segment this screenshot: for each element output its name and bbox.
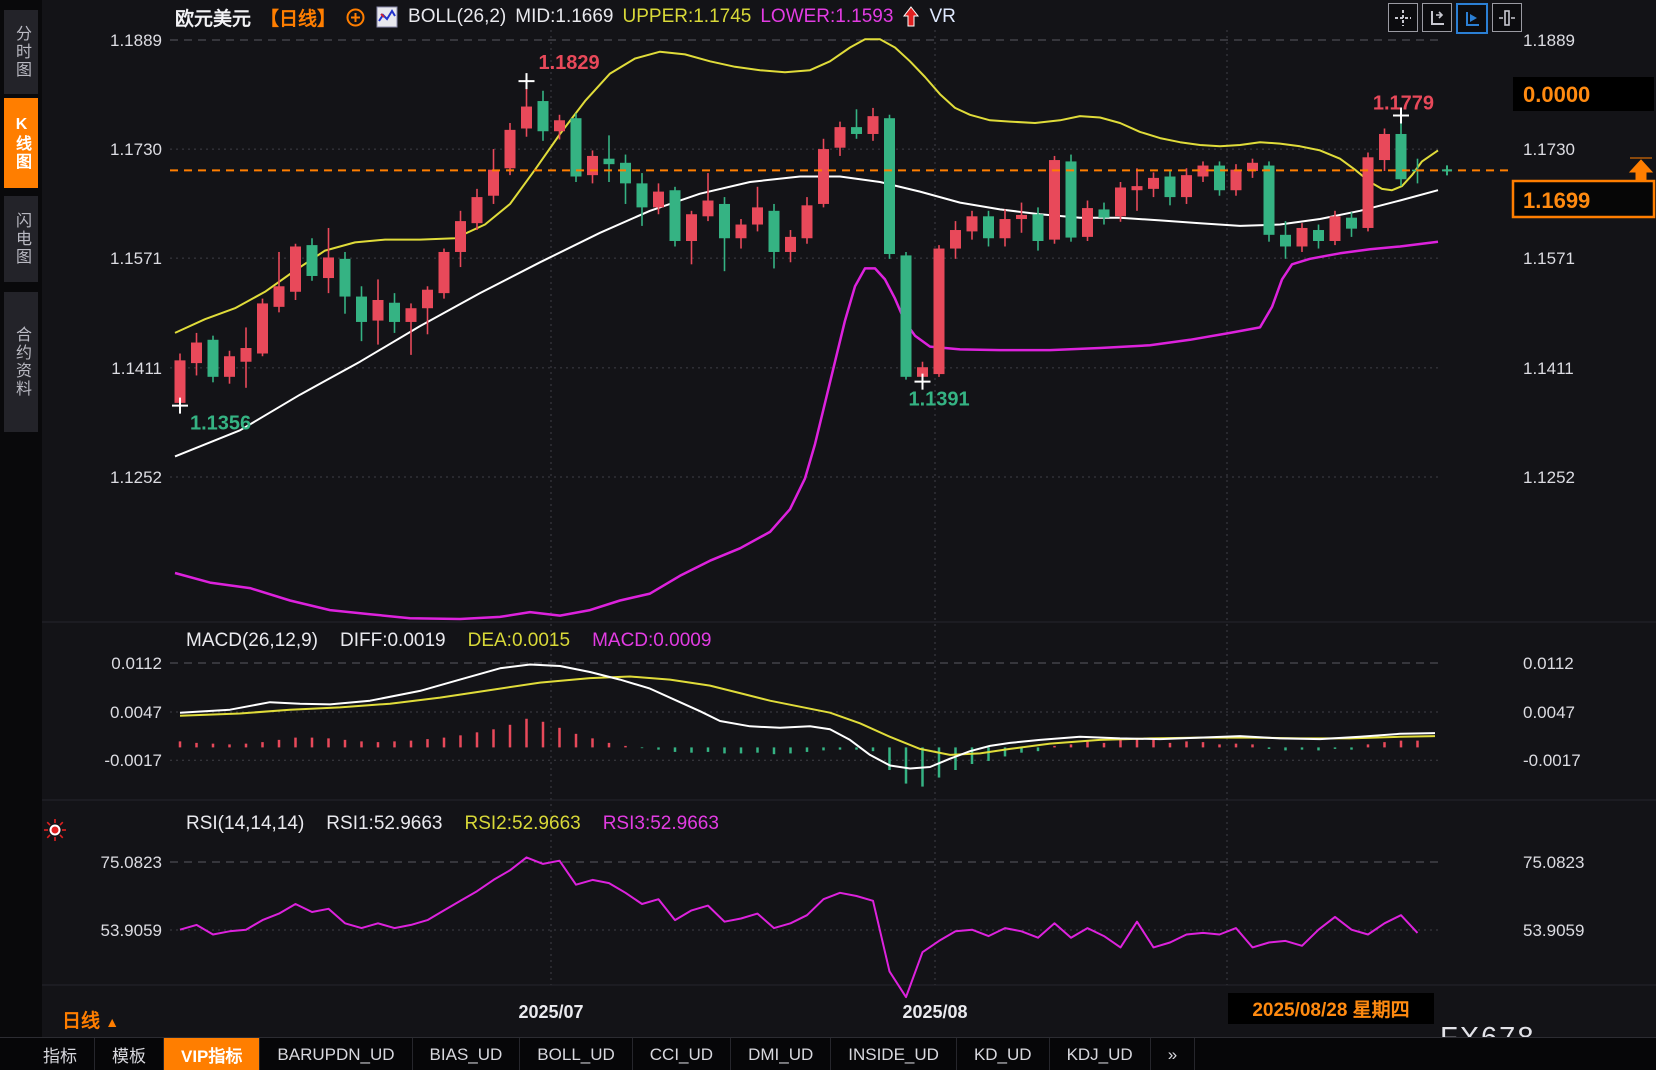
svg-text:1.1411: 1.1411 bbox=[111, 359, 162, 378]
price-up-arrow-icon bbox=[1630, 158, 1652, 180]
rsi-name[interactable]: RSI(14,14,14) bbox=[186, 813, 304, 835]
boll-upper-band bbox=[175, 39, 1438, 333]
macd-name[interactable]: MACD(26,12,9) bbox=[186, 630, 318, 652]
indicator-tab-bar: 指标模板VIP指标BARUPDN_UDBIAS_UDBOLL_UDCCI_UDD… bbox=[0, 1037, 1656, 1070]
svg-text:75.0823: 75.0823 bbox=[101, 853, 162, 872]
add-indicator-icon[interactable] bbox=[345, 7, 366, 28]
tab-12[interactable]: » bbox=[1151, 1038, 1195, 1070]
x-axis-label-july: 2025/07 bbox=[481, 1002, 621, 1023]
chart-type-sidebar: 分时图 K线图闪电图合约资料 bbox=[0, 0, 42, 1070]
tab-8[interactable]: DMI_UD bbox=[731, 1038, 831, 1070]
macd-diff-line bbox=[180, 665, 1435, 769]
boll-upper-band bbox=[175, 39, 1438, 333]
macd-diff-line bbox=[180, 665, 1435, 769]
svg-text:0.0047: 0.0047 bbox=[1523, 703, 1575, 722]
rsi3-value: RSI3:52.9663 bbox=[603, 813, 719, 835]
tab-1[interactable]: 指标 bbox=[26, 1038, 95, 1070]
svg-text:53.9059: 53.9059 bbox=[1523, 921, 1584, 940]
scale-toolbar bbox=[1388, 3, 1522, 34]
axis-range-icon[interactable] bbox=[1422, 3, 1452, 32]
macd-histogram bbox=[180, 719, 1418, 787]
candlesticks bbox=[175, 81, 1424, 405]
up-arrow-icon bbox=[902, 5, 920, 29]
chart-canvas[interactable]: 1.1829 1.1356 1.1391 1.1779 1.1889 1.1889 1.17… bbox=[0, 0, 1656, 1070]
svg-text:1.1779: 1.1779 bbox=[1373, 92, 1434, 114]
rsi-line bbox=[180, 857, 1418, 997]
tab-6[interactable]: BOLL_UD bbox=[520, 1038, 632, 1070]
svg-text:-0.0017: -0.0017 bbox=[104, 751, 162, 770]
rsi2-value: RSI2:52.9663 bbox=[465, 813, 581, 835]
sidebar-item-2[interactable]: K线图 bbox=[4, 98, 38, 188]
tab-11[interactable]: KDJ_UD bbox=[1050, 1038, 1151, 1070]
period-arrow-icon: ▲ bbox=[105, 1014, 119, 1030]
svg-text:1.1829: 1.1829 bbox=[539, 52, 600, 74]
tab-4[interactable]: BARUPDN_UD bbox=[260, 1038, 412, 1070]
axis-pointer-icon[interactable] bbox=[1456, 3, 1488, 34]
tab-5[interactable]: BIAS_UD bbox=[413, 1038, 521, 1070]
period-selector[interactable]: 日线 ▲ bbox=[62, 1006, 119, 1033]
svg-text:0.0112: 0.0112 bbox=[111, 654, 162, 673]
boll-label: BOLL(26,2) bbox=[408, 6, 506, 28]
boll-lower-value: LOWER:1.1593 bbox=[760, 6, 893, 28]
price-markers: 1.1829 1.1356 1.1391 1.1779 bbox=[172, 52, 1452, 434]
cursor-date-box: 2025/08/28 星期四 bbox=[1228, 993, 1434, 1024]
rsi-header-row: RSI(14,14,14) RSI1:52.9663 RSI2:52.9663 … bbox=[186, 813, 719, 835]
tab-2[interactable]: 模板 bbox=[95, 1038, 164, 1070]
period-tag[interactable]: 【日线】 bbox=[260, 4, 336, 31]
svg-text:1.1699: 1.1699 bbox=[1523, 188, 1590, 213]
macd-dea-value: DEA:0.0015 bbox=[468, 630, 570, 652]
svg-text:1.1571: 1.1571 bbox=[110, 249, 162, 268]
sidebar-item-4[interactable]: 合约资料 bbox=[4, 292, 38, 432]
axis-compress-icon[interactable] bbox=[1492, 3, 1522, 32]
alert-dot-icon bbox=[44, 819, 66, 841]
svg-text:53.9059: 53.9059 bbox=[101, 921, 162, 940]
rsi1-value: RSI1:52.9663 bbox=[326, 813, 442, 835]
svg-text:1.1252: 1.1252 bbox=[1523, 468, 1575, 487]
symbol-title: 欧元美元 bbox=[175, 4, 251, 31]
svg-text:1.1411: 1.1411 bbox=[1523, 359, 1574, 378]
svg-text:0.0047: 0.0047 bbox=[110, 703, 162, 722]
tab-10[interactable]: KD_UD bbox=[957, 1038, 1050, 1070]
svg-text:1.1252: 1.1252 bbox=[110, 468, 162, 487]
svg-text:1.1730: 1.1730 bbox=[1523, 140, 1575, 159]
chart-header: 欧元美元 【日线】 BOLL(26,2) MID:1.1669 UPPER:1.… bbox=[175, 4, 956, 30]
svg-text:-0.0017: -0.0017 bbox=[1523, 751, 1581, 770]
mini-chart-icon[interactable] bbox=[375, 5, 399, 29]
macd-macd-value: MACD:0.0009 bbox=[592, 630, 711, 652]
pan-crosshair-icon[interactable] bbox=[1388, 3, 1418, 32]
tab-3[interactable]: VIP指标 bbox=[164, 1038, 260, 1070]
macd-header-row: MACD(26,12,9) DIFF:0.0019 DEA:0.0015 MAC… bbox=[186, 630, 711, 652]
svg-text:0.0112: 0.0112 bbox=[1523, 654, 1574, 673]
axis-labels: 1.1889 1.1889 1.1730 1.1730 1.1571 1.1571 1.14… bbox=[101, 31, 1585, 940]
svg-text:1.1356: 1.1356 bbox=[190, 413, 251, 435]
boll-mid-value: MID:1.1669 bbox=[515, 6, 613, 28]
x-axis-label-august: 2025/08 bbox=[865, 1002, 1005, 1023]
chart-application: 分时图K线图闪电图合约资料 1.18291.13561.13911.17791.… bbox=[0, 0, 1656, 1070]
boll-upper-value: UPPER:1.1745 bbox=[623, 6, 752, 28]
macd-dea-line bbox=[180, 677, 1435, 755]
tab-9[interactable]: INSIDE_UD bbox=[831, 1038, 957, 1070]
sidebar-item-1[interactable]: 分时图 bbox=[4, 10, 38, 94]
svg-text:75.0823: 75.0823 bbox=[1523, 853, 1584, 872]
macd-dea-line bbox=[180, 677, 1435, 755]
svg-text:0.0000: 0.0000 bbox=[1523, 82, 1590, 107]
svg-text:1.1571: 1.1571 bbox=[1523, 249, 1575, 268]
rsi-line bbox=[180, 857, 1418, 997]
svg-text:1.1730: 1.1730 bbox=[110, 140, 162, 159]
svg-text:1.1889: 1.1889 bbox=[110, 31, 162, 50]
svg-text:1.1889: 1.1889 bbox=[1523, 31, 1575, 50]
macd-diff-value: DIFF:0.0019 bbox=[340, 630, 446, 652]
svg-text:1.1391: 1.1391 bbox=[909, 389, 970, 411]
vr-indicator-label[interactable]: VR bbox=[929, 6, 955, 28]
tab-bar-spacer bbox=[0, 1038, 26, 1070]
sidebar-item-3[interactable]: 闪电图 bbox=[4, 196, 38, 282]
tab-7[interactable]: CCI_UD bbox=[633, 1038, 731, 1070]
